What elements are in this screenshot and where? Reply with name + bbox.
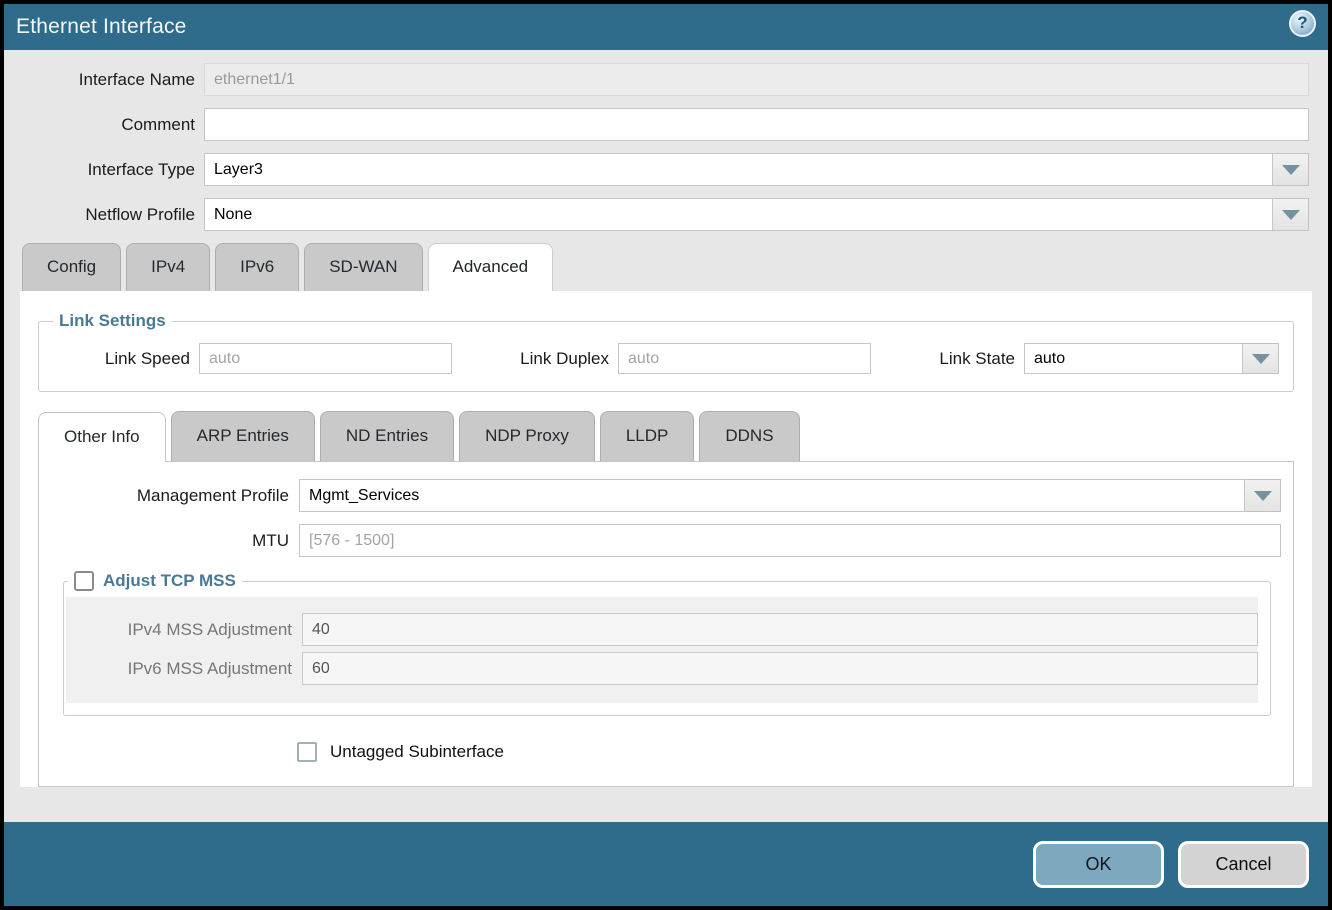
link-settings-row: Link Speed Link Duplex Link State auto	[49, 343, 1283, 374]
adjust-tcp-mss-legend: Adjust TCP MSS	[68, 571, 242, 591]
interface-type-dropdown-button[interactable]	[1273, 153, 1309, 186]
dialog-body: Interface Name Comment Interface Type La…	[4, 50, 1328, 822]
interface-name-label: Interface Name	[4, 70, 204, 90]
tab-arp-entries[interactable]: ARP Entries	[171, 411, 315, 461]
chevron-down-icon	[1252, 354, 1270, 364]
tab-other-info[interactable]: Other Info	[38, 412, 166, 462]
management-profile-value[interactable]: Mgmt_Services	[299, 479, 1245, 512]
help-icon[interactable]: ?	[1289, 10, 1316, 37]
interface-name-field	[204, 63, 1309, 96]
ethernet-interface-dialog: Ethernet Interface ? Interface Name Comm…	[4, 4, 1328, 906]
link-state-label: Link State	[939, 349, 1024, 369]
link-settings-legend: Link Settings	[53, 311, 172, 331]
link-speed-label: Link Speed	[49, 349, 199, 369]
adjust-tcp-mss-checkbox[interactable]	[74, 571, 94, 591]
interface-type-select[interactable]: Layer3	[204, 153, 1309, 186]
netflow-profile-row: Netflow Profile None	[4, 198, 1328, 231]
tab-nd-entries[interactable]: ND Entries	[320, 411, 454, 461]
adjust-tcp-mss-group: Adjust TCP MSS IPv4 MSS Adjustment IPv6 …	[63, 571, 1271, 716]
other-info-panel: Management Profile Mgmt_Services MTU	[38, 461, 1294, 787]
tab-sd-wan[interactable]: SD-WAN	[304, 243, 422, 291]
ipv6-mss-field	[302, 652, 1258, 685]
link-state-value[interactable]: auto	[1024, 343, 1243, 374]
ipv6-mss-label: IPv6 MSS Adjustment	[66, 659, 302, 679]
link-duplex-label: Link Duplex	[478, 349, 618, 369]
link-duplex-field[interactable]	[618, 343, 871, 374]
comment-label: Comment	[4, 115, 204, 135]
tab-ipv4[interactable]: IPv4	[126, 243, 210, 291]
link-settings-group: Link Settings Link Speed Link Duplex Lin…	[38, 311, 1294, 392]
chevron-down-icon	[1282, 165, 1300, 175]
tab-config[interactable]: Config	[22, 243, 121, 291]
ipv4-mss-label: IPv4 MSS Adjustment	[66, 620, 302, 640]
interface-type-row: Interface Type Layer3	[4, 153, 1328, 186]
netflow-profile-label: Netflow Profile	[4, 205, 204, 225]
ipv4-mss-field	[302, 613, 1258, 646]
interface-name-row: Interface Name	[4, 63, 1328, 96]
untagged-subinterface-checkbox[interactable]	[297, 742, 317, 762]
mss-disabled-block: IPv4 MSS Adjustment IPv6 MSS Adjustment	[66, 597, 1258, 703]
comment-row: Comment	[4, 108, 1328, 141]
dialog-title: Ethernet Interface	[16, 15, 187, 39]
link-speed-field[interactable]	[199, 343, 452, 374]
mtu-field[interactable]	[299, 524, 1281, 557]
adjust-tcp-mss-title: Adjust TCP MSS	[103, 571, 236, 591]
link-state-select[interactable]: auto	[1024, 343, 1279, 374]
ipv4-mss-row: IPv4 MSS Adjustment	[66, 613, 1258, 646]
mtu-label: MTU	[51, 531, 299, 551]
mtu-row: MTU	[51, 524, 1281, 557]
tab-ipv6[interactable]: IPv6	[215, 243, 299, 291]
chevron-down-icon	[1254, 491, 1272, 501]
info-tab-strip: Other Info ARP Entries ND Entries NDP Pr…	[38, 411, 1296, 461]
untagged-subinterface-label: Untagged Subinterface	[330, 742, 504, 762]
main-tab-strip: Config IPv4 IPv6 SD-WAN Advanced	[22, 243, 1328, 291]
netflow-profile-select[interactable]: None	[204, 198, 1309, 231]
chevron-down-icon	[1282, 210, 1300, 220]
netflow-profile-value[interactable]: None	[204, 198, 1273, 231]
interface-type-value[interactable]: Layer3	[204, 153, 1273, 186]
netflow-profile-dropdown-button[interactable]	[1273, 198, 1309, 231]
management-profile-select[interactable]: Mgmt_Services	[299, 479, 1281, 512]
title-bar: Ethernet Interface ?	[4, 4, 1328, 50]
tab-ndp-proxy[interactable]: NDP Proxy	[459, 411, 595, 461]
advanced-tab-panel: Link Settings Link Speed Link Duplex Lin…	[20, 291, 1312, 787]
management-profile-dropdown-button[interactable]	[1245, 479, 1281, 512]
ok-button[interactable]: OK	[1033, 841, 1164, 888]
link-state-dropdown-button[interactable]	[1243, 343, 1279, 374]
management-profile-label: Management Profile	[51, 486, 299, 506]
untagged-subinterface-row: Untagged Subinterface	[297, 742, 1281, 762]
cancel-button[interactable]: Cancel	[1178, 841, 1309, 888]
tab-lldp[interactable]: LLDP	[600, 411, 695, 461]
comment-field[interactable]	[204, 108, 1309, 141]
tab-advanced[interactable]: Advanced	[428, 243, 554, 291]
interface-type-label: Interface Type	[4, 160, 204, 180]
ipv6-mss-row: IPv6 MSS Adjustment	[66, 652, 1258, 685]
dialog-footer: OK Cancel	[4, 822, 1328, 906]
tab-ddns[interactable]: DDNS	[699, 411, 799, 461]
management-profile-row: Management Profile Mgmt_Services	[51, 479, 1281, 512]
